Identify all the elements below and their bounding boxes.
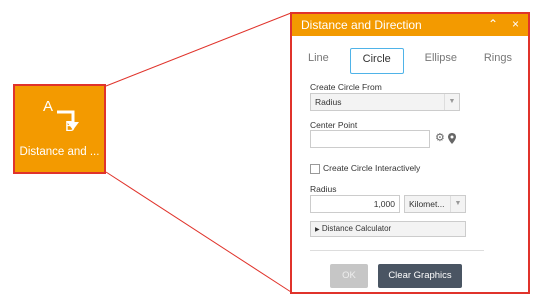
close-icon[interactable]: × [512, 17, 519, 31]
collapse-icon[interactable]: ⌃ [488, 17, 498, 31]
a-to-b-icon: A B [43, 98, 83, 138]
panel-header: Distance and Direction ⌃ × [292, 14, 528, 36]
create-from-label: Create Circle From [310, 82, 382, 92]
divider [310, 250, 484, 251]
tab-ellipse[interactable]: Ellipse [419, 48, 463, 74]
clear-graphics-button[interactable]: Clear Graphics [378, 264, 462, 288]
widget-tile-label: Distance and ... [19, 146, 100, 158]
center-point-input[interactable] [310, 130, 430, 148]
interactive-checkbox[interactable] [310, 164, 320, 174]
create-from-value: Radius [315, 97, 342, 107]
distance-direction-widget-tile[interactable]: A B Distance and ... [13, 84, 106, 174]
tab-rings[interactable]: Rings [478, 48, 518, 74]
unit-select[interactable]: Kilomet... ▼ [404, 195, 466, 213]
chevron-down-icon: ▼ [450, 196, 465, 212]
caret-right-icon: ▶ [315, 227, 320, 233]
radius-input[interactable]: 1,000 [310, 195, 400, 213]
distance-calculator-label: Distance Calculator [321, 224, 392, 233]
unit-value: Kilomet... [409, 199, 445, 209]
panel-title: Distance and Direction [301, 18, 422, 32]
interactive-label: Create Circle Interactively [323, 163, 421, 173]
chevron-down-icon: ▼ [444, 94, 459, 110]
gear-icon[interactable]: ⚙ [435, 131, 445, 144]
tab-line[interactable]: Line [302, 48, 335, 74]
radius-label: Radius [310, 184, 337, 194]
ok-button[interactable]: OK [330, 264, 368, 288]
create-from-select[interactable]: Radius ▼ [310, 93, 460, 111]
distance-direction-panel: Distance and Direction ⌃ × Line Circle E… [290, 12, 530, 294]
distance-calculator-toggle[interactable]: ▶ Distance Calculator [310, 221, 466, 237]
center-point-label: Center Point [310, 120, 358, 130]
map-pin-icon[interactable] [448, 133, 456, 144]
tab-circle[interactable]: Circle [349, 48, 404, 74]
tab-bar: Line Circle Ellipse Rings [292, 36, 528, 74]
